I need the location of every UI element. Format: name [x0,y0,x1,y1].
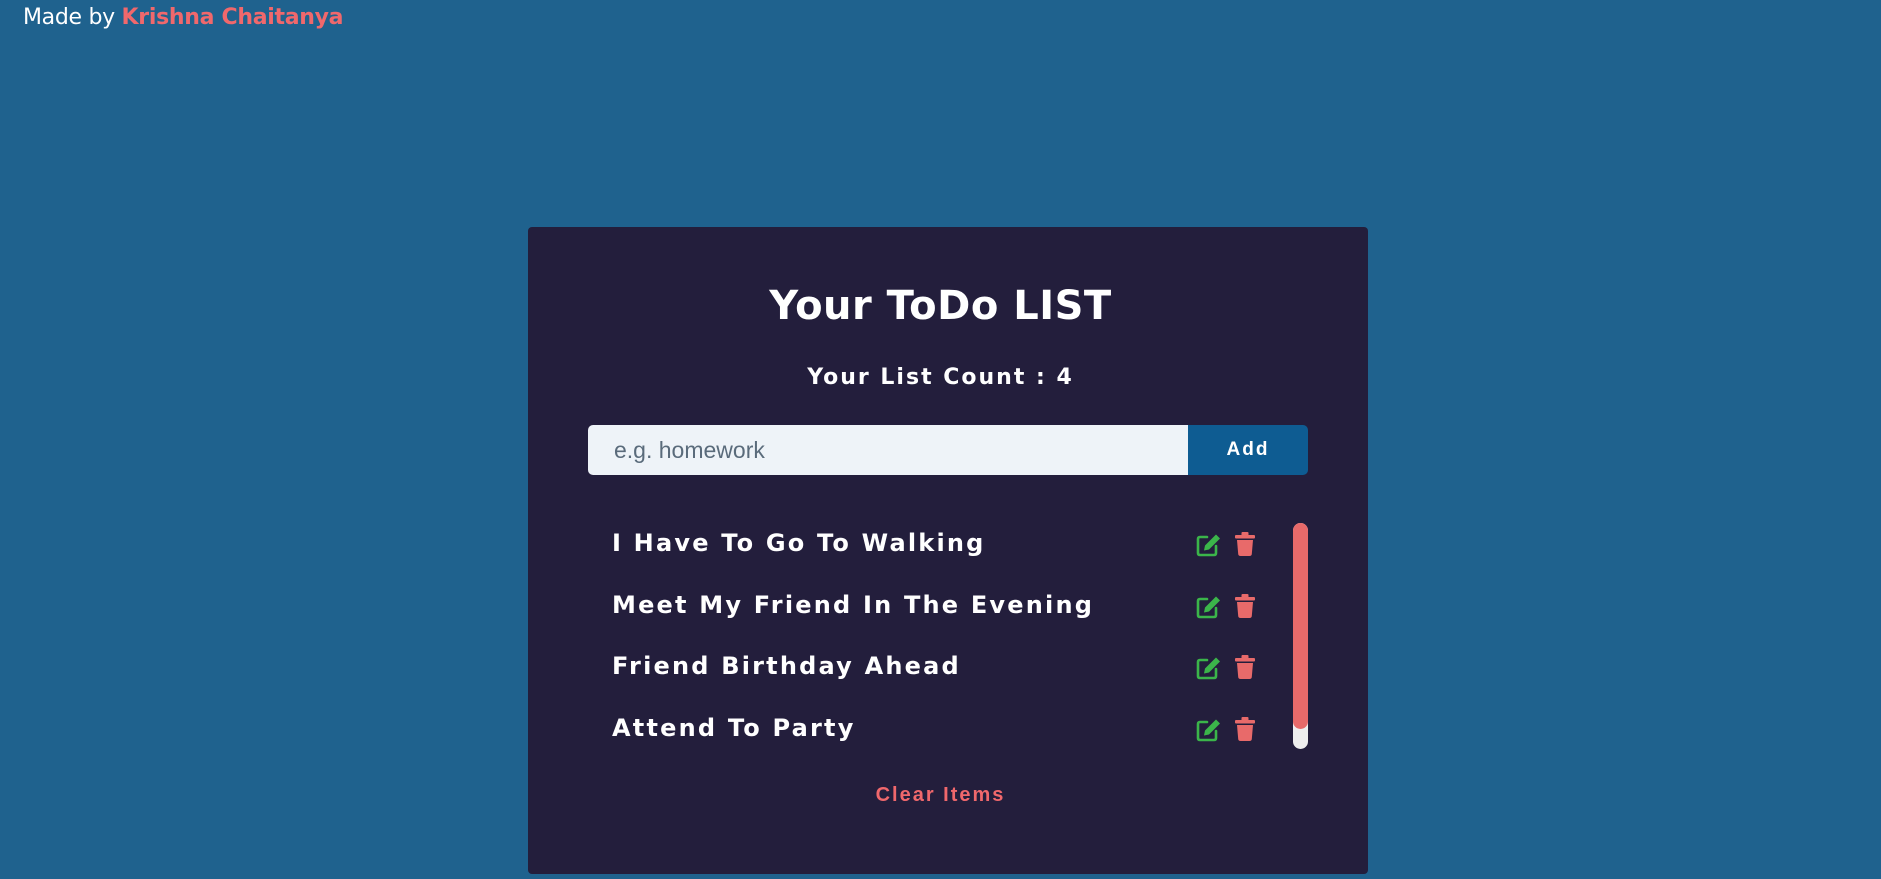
list-item: Meet My Friend In The Evening [612,585,1262,647]
list-item: I Have To Go To Walking [612,523,1262,585]
add-button[interactable]: Add [1188,425,1308,475]
edit-icon[interactable] [1196,533,1222,557]
todo-item-text: Friend Birthday Ahead [612,652,961,680]
todo-item-text: Meet My Friend In The Evening [612,590,1095,619]
trash-icon[interactable] [1235,593,1255,618]
todo-item-text: I Have To Go To Walking [612,529,986,557]
trash-icon[interactable] [1235,655,1255,679]
credit-line: Made by Krishna Chaitanya [23,5,344,30]
clear-items-button[interactable]: Clear Items [0,784,1881,807]
list-item: Friend Birthday Ahead [612,646,1262,708]
trash-icon[interactable] [1235,532,1255,556]
credit-author: Krishna Chaitanya [121,5,344,30]
todo-list: I Have To Go To Walking Meet My Friend I… [612,523,1262,769]
add-todo-form: Add [588,425,1308,475]
trash-icon[interactable] [1235,716,1255,741]
todo-item-text: Attend To Party [612,713,856,742]
list-count: Your List Count : 4 [807,365,1074,390]
scrollbar-thumb[interactable] [1293,523,1308,729]
edit-icon[interactable] [1196,656,1222,680]
edit-icon[interactable] [1196,595,1222,619]
page-title: Your ToDo LIST [769,283,1112,329]
list-item: Attend To Party [612,708,1262,770]
credit-prefix: Made by [23,5,122,30]
edit-icon[interactable] [1196,718,1222,742]
todo-input[interactable] [588,425,1188,475]
list-scrollbar[interactable] [1293,523,1308,749]
